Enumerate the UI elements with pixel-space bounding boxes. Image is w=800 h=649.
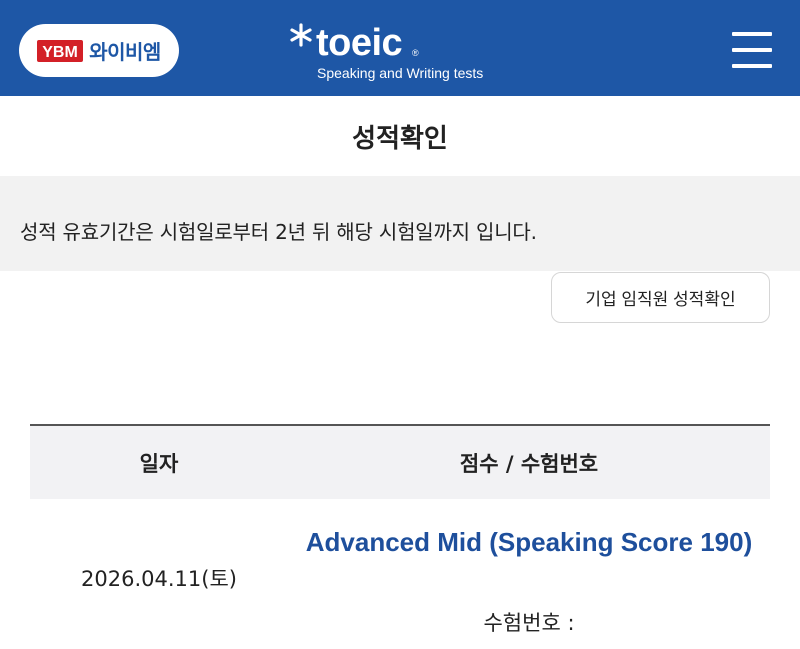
validity-notice-text: 성적 유효기간은 시험일로부터 2년 뒤 해당 시험일까지 입니다. xyxy=(20,220,537,244)
column-header-score: 점수 / 수험번호 xyxy=(459,451,599,476)
menu-bar xyxy=(732,48,772,52)
corporate-score-check-button[interactable]: 기업 임직원 성적확인 xyxy=(551,272,770,323)
toeic-subtitle: Speaking and Writing tests xyxy=(317,65,484,81)
toeic-logo[interactable]: toeic ® Speaking and Writing tests xyxy=(288,20,528,84)
registered-mark: ® xyxy=(412,48,419,58)
table-header-row: 일자 점수 / 수험번호 xyxy=(30,426,770,499)
asterisk-icon xyxy=(290,23,312,47)
hamburger-menu-icon[interactable] xyxy=(732,32,772,68)
score-results-table: 일자 점수 / 수험번호 2026.04.11(토) Advanced Mid … xyxy=(30,424,770,649)
page-title: 성적확인 xyxy=(352,123,448,154)
score-result-link[interactable]: Advanced Mid (Speaking Score 190) xyxy=(288,521,770,563)
ybm-mark-text: YBM xyxy=(42,44,78,61)
ybm-logo-text: 와이비엠 xyxy=(89,40,161,64)
ybm-mark-icon: YBM xyxy=(37,39,84,62)
table-row: 2026.04.11(토) Advanced Mid (Speaking Sco… xyxy=(30,499,770,649)
exam-date-cell: 2026.04.11(토) xyxy=(81,567,237,591)
toeic-wordmark: toeic xyxy=(316,22,403,64)
menu-bar xyxy=(732,32,772,36)
exam-number-label: 수험번호 : xyxy=(483,611,575,635)
score-cell: Advanced Mid (Speaking Score 190) 수험번호 : xyxy=(288,499,770,649)
menu-bar xyxy=(732,64,772,68)
column-header-date: 일자 xyxy=(139,451,179,476)
ybm-logo[interactable]: YBM 와이비엠 xyxy=(19,24,179,77)
site-header: YBM 와이비엠 toeic ® Speaking and Writing te… xyxy=(0,0,800,96)
validity-notice: 성적 유효기간은 시험일로부터 2년 뒤 해당 시험일까지 입니다. xyxy=(0,176,800,271)
